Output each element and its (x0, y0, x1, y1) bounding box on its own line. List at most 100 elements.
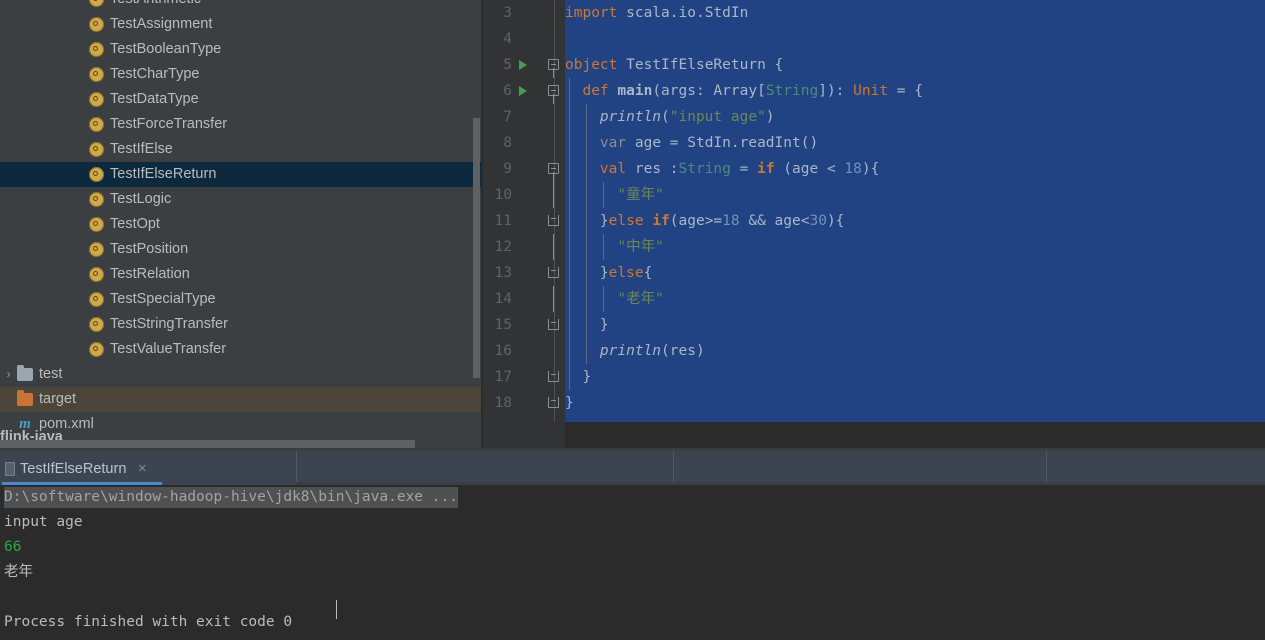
code-line-7[interactable]: println("input age") (565, 104, 1265, 130)
tree-item-teststringtransfer[interactable]: TestStringTransfer (0, 312, 483, 337)
project-tree-list[interactable]: TestArithmetic TestAssignment TestBooleanT… (0, 0, 483, 362)
code-line-9[interactable]: val res :String = if (age < 18){ (565, 156, 1265, 182)
code-line-15[interactable]: } (565, 312, 1265, 338)
code-line-10[interactable]: "童年" (565, 182, 1265, 208)
tree-item-testspecialtype[interactable]: TestSpecialType (0, 287, 483, 312)
indent-guide (603, 234, 604, 260)
code-token: (age>= (669, 213, 723, 229)
gutter-line-16: 16 (483, 338, 565, 364)
line-number: 8 (503, 135, 512, 151)
fold-region-end-icon[interactable] (548, 267, 559, 278)
tree-item-testbooleantype[interactable]: TestBooleanType (0, 37, 483, 62)
project-tree-panel[interactable]: TestArithmetic TestAssignment TestBooleanT… (0, 0, 483, 448)
code-token: ){ (861, 161, 880, 177)
tree-item-testifelse[interactable]: TestIfElse (0, 137, 483, 162)
sidebar-horizontal-scrollbar[interactable] (0, 440, 415, 448)
scala-object-icon (89, 217, 104, 232)
code-token: (res) (661, 343, 705, 359)
indent-guide (586, 260, 587, 286)
tree-item-testvaluetransfer[interactable]: TestValueTransfer (0, 337, 483, 362)
tree-item-test[interactable]: › test (0, 362, 483, 387)
tree-item-testassignment[interactable]: TestAssignment (0, 12, 483, 37)
code-line-16[interactable]: println(res) (565, 338, 1265, 364)
tree-item-label: TestBooleanType (110, 41, 222, 57)
indent-guide (586, 130, 587, 156)
run-gutter-icon[interactable] (519, 60, 527, 70)
tree-item-target[interactable]: target (0, 387, 483, 412)
code-line-11[interactable]: }else if(age>=18 && age<30){ (565, 208, 1265, 234)
tree-item-testdatatype[interactable]: TestDataType (0, 87, 483, 112)
gutter-line-14: 14 (483, 286, 565, 312)
tree-item-testlogic[interactable]: TestLogic (0, 187, 483, 212)
code-token: = { (888, 83, 923, 99)
fold-region-end-icon[interactable] (548, 319, 559, 330)
run-tool-window[interactable]: TestIfElseReturn × D:\software\window-ha… (0, 448, 1265, 640)
scala-object-icon (89, 92, 104, 107)
tree-item-testchartype[interactable]: TestCharType (0, 62, 483, 87)
line-number: 10 (494, 187, 512, 203)
console-line-0[interactable]: D:\software\window-hadoop-hive\jdk8\bin\… (0, 485, 1265, 510)
console-command-text[interactable]: D:\software\window-hadoop-hive\jdk8\bin\… (4, 487, 458, 508)
project-tree-folders[interactable]: › test target m pom.xml (0, 362, 483, 437)
run-tab-bar[interactable]: TestIfElseReturn × (0, 451, 1265, 485)
line-number: 6 (503, 83, 512, 99)
code-token: = (730, 161, 758, 177)
tree-item-testarithmetic[interactable]: TestArithmetic (0, 0, 483, 12)
fold-region-line (553, 94, 554, 104)
fold-region-line (553, 68, 554, 78)
tree-item-testforcetransfer[interactable]: TestForceTransfer (0, 112, 483, 137)
tree-item-testopt[interactable]: TestOpt (0, 212, 483, 237)
gutter-line-7: 7 (483, 104, 565, 130)
indent-guide (569, 338, 570, 364)
fold-region-end-icon[interactable] (548, 215, 559, 226)
code-line-18[interactable]: } (565, 390, 1265, 416)
run-gutter-icon[interactable] (519, 86, 527, 96)
code-token: TestIfElseReturn (626, 57, 766, 73)
code-line-3[interactable]: import scala.io.StdIn (565, 0, 1265, 26)
gutter-line-13: 13 (483, 260, 565, 286)
console-caret (336, 600, 337, 619)
run-tab-testifelsereturn[interactable]: TestIfElseReturn × (0, 454, 296, 485)
fold-region-end-icon[interactable] (548, 371, 559, 382)
code-editor[interactable]: 3 4 5 6 7 8 9 10 11 12 13 14 15 16 17 18 import scala.i… (483, 0, 1265, 448)
code-line-13[interactable]: }else{ (565, 260, 1265, 286)
code-lines[interactable]: import scala.io.StdIn object TestIfElseR… (565, 0, 1265, 416)
editor-gutter[interactable]: 3 4 5 6 7 8 9 10 11 12 13 14 15 16 17 18 (483, 0, 565, 448)
tab-divider-3 (1046, 451, 1047, 482)
scala-object-icon (89, 292, 104, 307)
chevron-right-icon[interactable]: › (2, 362, 15, 387)
code-line-5[interactable]: object TestIfElseReturn { (565, 52, 1265, 78)
close-icon[interactable]: × (138, 460, 147, 478)
scala-object-icon (89, 17, 104, 32)
tree-item-label: TestForceTransfer (110, 116, 228, 132)
tree-item-label: TestOpt (110, 216, 160, 232)
console-output[interactable]: D:\software\window-hadoop-hive\jdk8\bin\… (0, 485, 1265, 640)
gutter-line-6: 6 (483, 78, 565, 104)
tree-item-label: test (39, 366, 63, 382)
scala-object-icon (89, 342, 104, 357)
code-token: { (643, 265, 653, 281)
sidebar-vertical-scrollbar[interactable] (473, 118, 480, 378)
indent-guide (586, 182, 587, 208)
code-text-area[interactable]: import scala.io.StdIn object TestIfElseR… (565, 0, 1265, 448)
code-line-14[interactable]: "老年" (565, 286, 1265, 312)
gutter-line-4: 4 (483, 26, 565, 52)
indent-guide (586, 312, 587, 338)
fold-region-end-icon[interactable] (548, 397, 559, 408)
code-token: scala.io.StdIn (617, 5, 749, 21)
line-number: 4 (503, 31, 512, 47)
code-line-6[interactable]: def main(args: Array[String]): Unit = { (565, 78, 1265, 104)
tree-item-pom-xml[interactable]: m pom.xml (0, 412, 483, 437)
code-line-12[interactable]: "中年" (565, 234, 1265, 260)
code-line-8[interactable]: var age = StdIn.readInt() (565, 130, 1265, 156)
tree-item-testrelation[interactable]: TestRelation (0, 262, 483, 287)
tree-item-testposition[interactable]: TestPosition (0, 237, 483, 262)
code-line-4[interactable] (565, 26, 1265, 52)
tree-item-testifelsereturn[interactable]: TestIfElseReturn (0, 162, 483, 187)
gutter-line-11: 11 (483, 208, 565, 234)
code-line-17[interactable]: } (565, 364, 1265, 390)
